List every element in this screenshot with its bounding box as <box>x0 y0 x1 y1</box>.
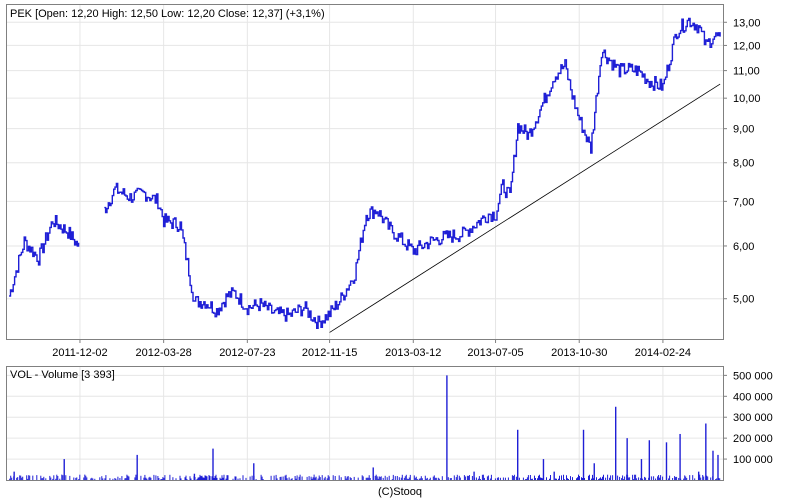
footer-credit: (C)Stooq <box>377 486 423 498</box>
volume-y-tick-label: 300 000 <box>733 412 773 424</box>
price-chart: 5,00 6,00 7,00 8,00 9,00 10,00 11,00 12,00 13,00… <box>6 4 773 481</box>
price-series-line <box>104 17 721 329</box>
price-y-tick-label: 7,00 <box>733 196 754 208</box>
price-panel-border <box>6 4 724 340</box>
price-y-tick-label: 5,00 <box>733 294 754 306</box>
price-y-tick-label: 8,00 <box>733 158 754 170</box>
price-x-tick-label: 2013-03-12 <box>385 347 441 359</box>
price-y-tick-label: 6,00 <box>733 241 754 253</box>
volume-y-tick-label: 100 000 <box>733 454 773 466</box>
price-x-tick-label: 2011-12-02 <box>52 347 107 359</box>
price-x-tick-label: 2012-07-23 <box>219 347 275 359</box>
volume-panel-header: VOL - Volume [3 393] <box>10 369 115 381</box>
price-series-line <box>9 215 80 297</box>
price-x-tick-label: 2014-02-24 <box>635 347 691 359</box>
price-line-layer <box>9 17 721 329</box>
volume-y-tick-label: 400 000 <box>733 391 773 403</box>
price-y-axis: 5,00 6,00 7,00 8,00 9,00 10,00 11,00 12,00 13,00 <box>723 17 761 306</box>
price-x-tick-label: 2012-11-15 <box>302 347 357 359</box>
trendline-layer <box>329 83 721 333</box>
volume-y-tick-label: 500 000 <box>733 370 773 382</box>
price-panel-header: PEK [Open: 12,20 High: 12,50 Low: 12,20 … <box>10 8 325 20</box>
volume-y-axis: 100 000 200 000 300 000 400 000 500 000 <box>723 370 773 466</box>
price-x-tick-label: 2013-07-05 <box>467 347 523 359</box>
volume-y-tick-label: 200 000 <box>733 433 773 445</box>
volume-bars <box>9 375 721 480</box>
price-grid <box>7 5 723 339</box>
price-x-tick-label: 2012-03-28 <box>136 347 192 359</box>
price-x-tick-label: 2013-10-30 <box>551 347 607 359</box>
price-y-tick-label: 10,00 <box>733 93 761 105</box>
price-y-tick-label: 11,00 <box>733 66 760 78</box>
chart-container: 5,00 6,00 7,00 8,00 9,00 10,00 11,00 12,00 13,00… <box>0 0 800 500</box>
price-y-tick-label: 13,00 <box>733 17 761 29</box>
price-x-axis: 2011-12-02 2012-03-28 2012-07-23 2012-11-15… <box>52 339 691 359</box>
price-y-tick-label: 12,00 <box>733 40 761 52</box>
trendline <box>329 83 721 333</box>
price-y-tick-label: 9,00 <box>733 124 754 136</box>
